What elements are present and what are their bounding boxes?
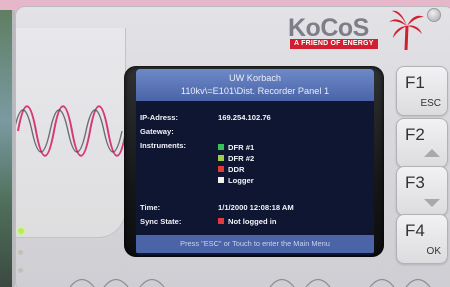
ip-label: IP-Adress:	[140, 113, 178, 122]
status-led	[18, 268, 23, 273]
ip-value: 169.254.102.76	[218, 113, 271, 122]
kocos-logo: KoCoS A FRIEND OF ENERGY	[288, 10, 428, 54]
palm-tree-icon	[389, 10, 424, 51]
instrument-item: DFR #1	[218, 143, 254, 152]
instrument-name: DFR #1	[228, 143, 255, 152]
decorative-waves	[70, 278, 431, 287]
time-label: Time:	[140, 203, 161, 212]
status-square-icon	[218, 177, 224, 183]
instrument-item: DDR	[218, 165, 244, 174]
time-value: 1/1/2000 12:08:18 AM	[218, 203, 294, 212]
key-sublabel: OK	[426, 246, 441, 257]
logo-tagline: A FRIEND OF ENERGY	[290, 39, 378, 49]
key-sublabel: ESC	[420, 98, 441, 109]
key-label: F2	[405, 125, 425, 144]
instrument-item: Logger	[218, 176, 254, 185]
device-path: 110kv\=E101\Dist. Recorder Panel 1	[180, 86, 330, 96]
key-label: F1	[405, 73, 425, 92]
f4-ok-button[interactable]: F4 OK	[396, 214, 448, 264]
waveform-graphic	[13, 28, 127, 238]
sync-state-text: Not logged in	[228, 217, 277, 226]
status-led-green	[18, 228, 24, 234]
key-label: F3	[405, 173, 425, 192]
status-square-icon	[218, 218, 224, 224]
status-square-icon	[218, 166, 224, 172]
status-led	[18, 250, 23, 255]
instrument-name: DDR	[228, 165, 245, 174]
gateway-label: Gateway:	[140, 127, 174, 136]
f1-esc-button[interactable]: F1 ESC	[396, 66, 448, 116]
sync-state-value: Not logged in	[218, 217, 277, 226]
status-square-icon	[218, 144, 224, 150]
f2-up-button[interactable]: F2	[396, 118, 448, 168]
instrument-name: Logger	[228, 176, 254, 185]
screen-hint: Press "ESC" or Touch to enter the Main M…	[136, 235, 374, 253]
touch-screen[interactable]: UW Korbach 110kv\=E101\Dist. Recorder Pa…	[136, 69, 374, 255]
status-square-icon	[218, 155, 224, 161]
down-arrow-icon	[424, 199, 440, 207]
instrument-name: DFR #2	[228, 154, 255, 163]
left-panel-photo	[0, 10, 15, 287]
f3-down-button[interactable]: F3	[396, 166, 448, 216]
screw-icon	[427, 8, 441, 22]
screen-title: UW Korbach 110kv\=E101\Dist. Recorder Pa…	[136, 69, 374, 101]
instrument-item: DFR #2	[218, 154, 254, 163]
up-arrow-icon	[424, 149, 440, 157]
instruments-label: Instruments:	[140, 141, 186, 150]
station-name: UW Korbach	[228, 73, 282, 83]
sync-state-label: Sync State:	[140, 217, 182, 226]
key-label: F4	[405, 221, 425, 240]
